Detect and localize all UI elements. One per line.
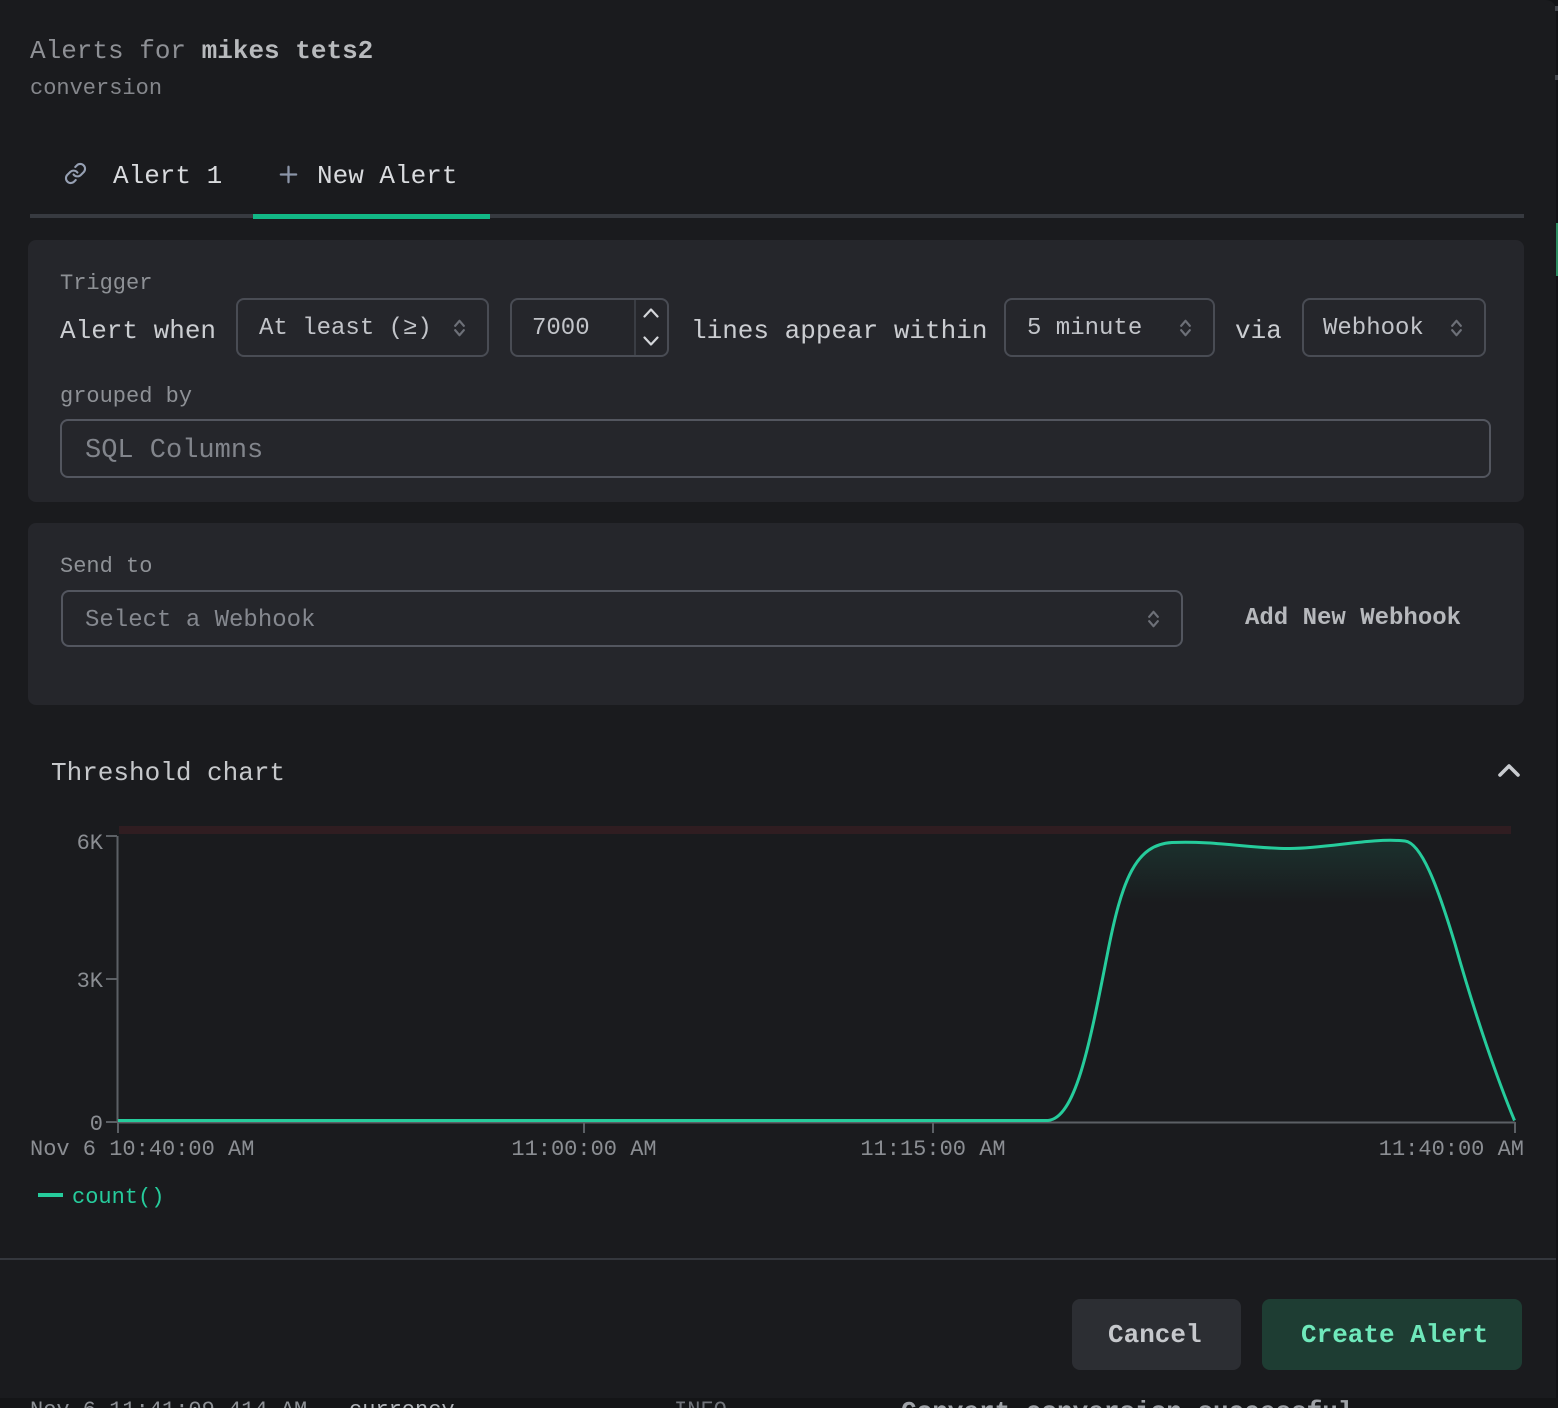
svg-text:11:15:00 AM: 11:15:00 AM (860, 1137, 1005, 1162)
svg-text:6K: 6K (77, 831, 104, 856)
svg-text:count(): count() (72, 1185, 164, 1210)
svg-text:11:00:00 AM: 11:00:00 AM (511, 1137, 656, 1162)
svg-text:3K: 3K (77, 969, 104, 994)
svg-text:11:40:00 AM: 11:40:00 AM (1379, 1137, 1524, 1162)
svg-text:Nov 6 10:40:00 AM: Nov 6 10:40:00 AM (30, 1137, 254, 1162)
svg-text:0: 0 (90, 1112, 103, 1137)
